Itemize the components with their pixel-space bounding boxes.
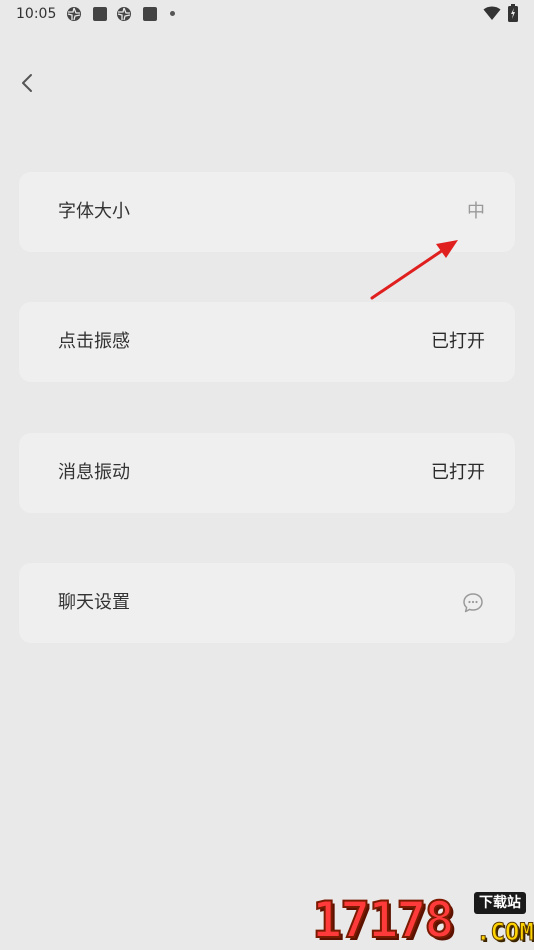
setting-value: 已打开 (431, 462, 485, 483)
app-notification-icon (93, 7, 107, 21)
back-button[interactable] (12, 68, 42, 98)
setting-label: 点击振感 (58, 331, 130, 352)
setting-value: 已打开 (431, 331, 485, 352)
watermark-logo: 17178 下载站 .COM (308, 888, 534, 950)
watermark-domain: .COM (476, 918, 534, 947)
setting-value: 中 (467, 201, 485, 222)
setting-chat-settings[interactable]: 聊天设置 (19, 563, 515, 643)
more-notifications-dot (170, 11, 175, 16)
wifi-icon (483, 6, 501, 20)
app-notification-icon (143, 7, 157, 21)
annotation-arrow-icon (370, 240, 458, 300)
chat-bubble-icon (463, 593, 483, 613)
status-time: 10:05 (16, 6, 57, 22)
chevron-left-icon (22, 74, 32, 92)
setting-tap-vibration[interactable]: 点击振感 已打开 (19, 302, 515, 382)
watermark-tag: 下载站 (474, 892, 526, 914)
setting-label: 消息振动 (58, 462, 130, 483)
watermark-digits: 17178 (311, 891, 456, 949)
aperture-icon (67, 7, 81, 21)
aperture-icon (117, 7, 131, 21)
status-bar: 10:05 (0, 0, 534, 28)
setting-label: 聊天设置 (58, 592, 130, 613)
setting-message-vibration[interactable]: 消息振动 已打开 (19, 433, 515, 513)
setting-label: 字体大小 (58, 201, 130, 222)
battery-icon (508, 4, 518, 22)
